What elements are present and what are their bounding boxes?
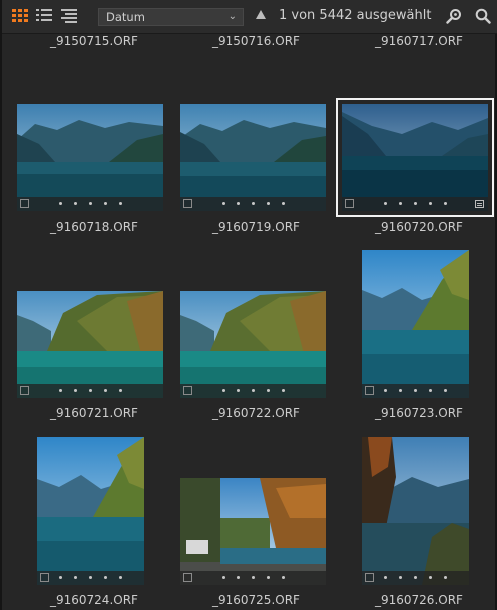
thumbnail-filename: _9160717.ORF bbox=[375, 34, 463, 48]
edit-badge-icon bbox=[475, 200, 484, 208]
thumbnail-info-strip bbox=[180, 197, 326, 211]
sort-dropdown-value: Datum bbox=[106, 10, 145, 24]
thumbnail[interactable] bbox=[37, 437, 144, 585]
thumbnail-filename: _9160721.ORF bbox=[50, 406, 138, 420]
thumbnail[interactable] bbox=[180, 104, 326, 211]
thumbnail[interactable] bbox=[180, 291, 326, 398]
rating-dots[interactable] bbox=[37, 576, 144, 579]
thumbnail[interactable] bbox=[362, 437, 469, 585]
thumbnail-info-strip bbox=[180, 384, 326, 398]
rating-dots[interactable] bbox=[180, 202, 326, 205]
thumbnail-filename: _9160723.ORF bbox=[375, 406, 463, 420]
thumbnail[interactable] bbox=[17, 104, 163, 211]
sort-ascending-icon[interactable] bbox=[256, 10, 266, 19]
thumbnail-filename: _9150716.ORF bbox=[212, 34, 300, 48]
thumbnail-filename: _9160718.ORF bbox=[50, 220, 138, 234]
thumbnail-info-strip bbox=[17, 384, 163, 398]
thumbnail-selected[interactable] bbox=[336, 98, 494, 217]
loupe-icon[interactable] bbox=[446, 8, 462, 24]
thumbnail[interactable] bbox=[362, 250, 469, 398]
search-icon[interactable] bbox=[475, 8, 491, 24]
rating-dots[interactable] bbox=[17, 389, 163, 392]
rating-dots[interactable] bbox=[180, 389, 326, 392]
thumbnail-filename: _9160722.ORF bbox=[212, 406, 300, 420]
thumbnail[interactable] bbox=[17, 291, 163, 398]
rating-dots[interactable] bbox=[362, 389, 469, 392]
list-view-icon[interactable] bbox=[36, 9, 52, 23]
grid-view-icon[interactable] bbox=[12, 9, 28, 23]
thumbnail-info-strip bbox=[342, 197, 488, 211]
thumbnail-info-strip bbox=[362, 571, 469, 585]
browser-panel: Datum ⌄ 1 von 5442 ausgewählt _9150715.O… bbox=[0, 0, 497, 610]
thumbnail-filename: _9160726.ORF bbox=[375, 593, 463, 607]
selection-status: 1 von 5442 ausgewählt bbox=[279, 8, 432, 23]
rating-dots[interactable] bbox=[17, 202, 163, 205]
thumbnail[interactable] bbox=[180, 478, 326, 585]
browser-toolbar: Datum ⌄ 1 von 5442 ausgewählt bbox=[2, 0, 497, 34]
sort-dropdown[interactable]: Datum ⌄ bbox=[98, 8, 244, 26]
thumbnail-info-strip bbox=[37, 571, 144, 585]
rating-dots[interactable] bbox=[342, 202, 488, 205]
thumbnail-filename: _9160724.ORF bbox=[50, 593, 138, 607]
thumbnail-info-strip bbox=[180, 571, 326, 585]
rating-dots[interactable] bbox=[180, 576, 326, 579]
thumbnail-filename: _9150715.ORF bbox=[50, 34, 138, 48]
thumbnail-filename: _9160725.ORF bbox=[212, 593, 300, 607]
thumbnail-info-strip bbox=[17, 197, 163, 211]
rating-dots[interactable] bbox=[362, 576, 469, 579]
thumbnail-filename: _9160719.ORF bbox=[212, 220, 300, 234]
thumbnail-info-strip bbox=[362, 384, 469, 398]
chevron-down-icon: ⌄ bbox=[228, 11, 237, 22]
detail-view-icon[interactable] bbox=[61, 9, 77, 23]
thumbnail-filename: _9160720.ORF bbox=[375, 220, 463, 234]
